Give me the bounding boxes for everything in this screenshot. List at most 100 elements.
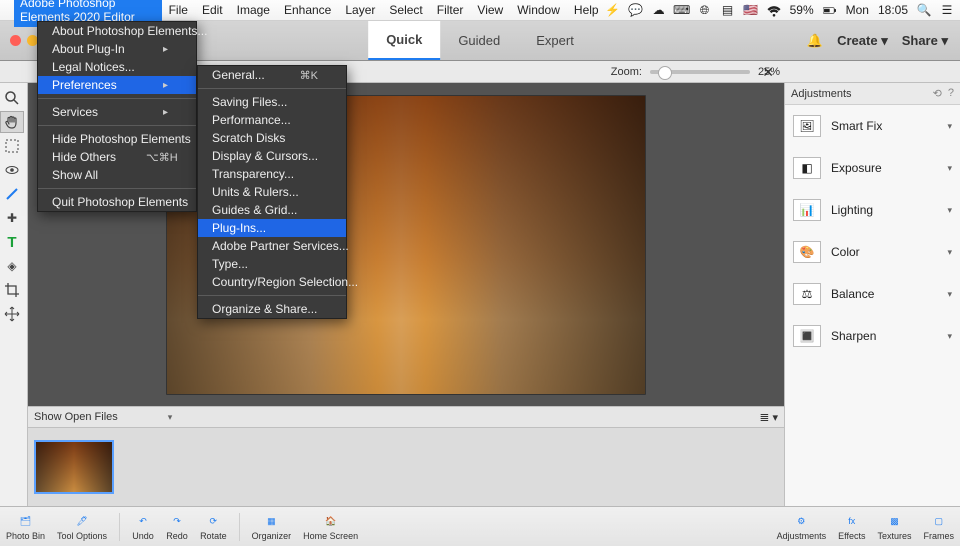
flag-icon[interactable]: 🇺🇸 [744, 3, 758, 17]
eye-tool-icon[interactable] [0, 159, 24, 181]
organizer[interactable]: ▦Organizer [252, 512, 292, 541]
home-screen[interactable]: 🏠Home Screen [303, 512, 358, 541]
brush-tool-icon[interactable] [0, 183, 24, 205]
adjustment-label: Color [831, 245, 860, 259]
app-menu-item[interactable]: Hide Photoshop Elements^⌘H [38, 130, 196, 148]
undo[interactable]: ↶Undo [132, 512, 154, 541]
prefs-menu-item[interactable]: Performance... [198, 111, 346, 129]
hamburger-icon[interactable]: ☰ [940, 3, 954, 17]
selection-tool-icon[interactable] [0, 135, 24, 157]
cloud-icon[interactable]: ☁︎ [652, 3, 666, 17]
adjustment-icon: 🔳 [793, 325, 821, 347]
text-tool-icon[interactable]: T [0, 231, 24, 253]
bottom-bar: 🗂Photo Bin 🖊Tool Options ↶Undo ↷Redo ⟳Rotate… [0, 506, 960, 546]
prefs-menu-item[interactable]: Guides & Grid... [198, 201, 346, 219]
heal-tool-icon[interactable]: ✚ [0, 207, 24, 229]
tab-guided[interactable]: Guided [440, 21, 518, 60]
photo-thumbnail[interactable] [34, 440, 114, 494]
zoom-slider[interactable] [650, 70, 750, 74]
battery-icon[interactable] [823, 3, 837, 17]
menu-time: 18:05 [878, 3, 908, 17]
prefs-menu-item[interactable]: Type... [198, 255, 346, 273]
prefs-menu-item[interactable]: Saving Files... [198, 93, 346, 111]
globe-icon[interactable]: 🌐︎ [698, 3, 712, 17]
open-files-dropdown[interactable]: Show Open Files [34, 411, 172, 423]
menu-day: Mon [846, 3, 869, 17]
photo-bin-strip [28, 428, 784, 506]
app-menu-item[interactable]: About Photoshop Elements... [38, 22, 196, 40]
app-menu-item[interactable]: Legal Notices... [38, 58, 196, 76]
share-button[interactable]: Share ▾ [902, 33, 948, 49]
prefs-menu-item[interactable]: General...⌘K [198, 66, 346, 84]
prefs-menu-item[interactable]: Country/Region Selection... [198, 273, 346, 291]
app-menu-item[interactable]: Services [38, 103, 196, 121]
frames-btn[interactable]: ▢Frames [923, 512, 954, 541]
adjustment-row[interactable]: ⚖Balance [785, 273, 960, 315]
notification-bell-icon[interactable]: 🔔 [807, 33, 823, 49]
adjustment-row[interactable]: 🖼Smart Fix [785, 105, 960, 147]
zoom-tool-icon[interactable] [0, 87, 24, 109]
prefs-menu-item[interactable]: Scratch Disks [198, 129, 346, 147]
spot-tool-icon[interactable]: ◈ [0, 255, 24, 277]
adjustments-panel: Adjustments ⟲ ? 🖼Smart Fix◧Exposure📊Ligh… [784, 83, 960, 506]
menu-window[interactable]: Window [510, 0, 567, 20]
prefs-menu-item[interactable]: Units & Rulers... [198, 183, 346, 201]
effects-btn[interactable]: fxEffects [838, 512, 865, 541]
textures-btn[interactable]: ▩Textures [877, 512, 911, 541]
crop-tool-icon[interactable] [0, 279, 24, 301]
tool-options[interactable]: 🖊Tool Options [57, 512, 107, 541]
create-button[interactable]: Create ▾ [837, 33, 888, 49]
mac-menu-bar: Adobe Photoshop Elements 2020 Editor Fil… [0, 0, 960, 21]
adjustments-btn[interactable]: ⚙Adjustments [777, 512, 827, 541]
menu-filter[interactable]: Filter [430, 0, 471, 20]
reset-icon[interactable]: ⟲ [933, 87, 942, 100]
wifi-icon[interactable] [767, 3, 781, 17]
tab-expert[interactable]: Expert [518, 21, 592, 60]
menu-help[interactable]: Help [567, 0, 606, 20]
storage-icon[interactable]: ▤ [721, 3, 735, 17]
adjustment-row[interactable]: 🎨 Color [785, 231, 960, 273]
photo-bin[interactable]: 🗂Photo Bin [6, 512, 45, 541]
spotlight-icon[interactable]: 🔍 [917, 3, 931, 17]
prefs-menu-item[interactable]: Adobe Partner Services... [198, 237, 346, 255]
menu-view[interactable]: View [470, 0, 510, 20]
close-document-icon[interactable]: ✕ [762, 64, 774, 81]
tab-quick[interactable]: Quick [368, 21, 440, 60]
battery-label: 59% [790, 3, 814, 17]
help-icon[interactable]: ? [948, 87, 954, 100]
menu-layer[interactable]: Layer [338, 0, 382, 20]
view-mode-icon[interactable]: ▾ [759, 410, 778, 424]
menu-file[interactable]: File [162, 0, 195, 20]
workspace-tabs: Quick Guided Expert [368, 21, 592, 60]
app-menu-item[interactable]: About Plug-In [38, 40, 196, 58]
hand-tool-icon[interactable] [0, 111, 24, 133]
app-menu-item[interactable]: Preferences [38, 76, 196, 94]
messenger-icon[interactable]: 💬 [629, 3, 643, 17]
prefs-menu-item[interactable]: Organize & Share... [198, 300, 346, 318]
redo[interactable]: ↷Redo [166, 512, 188, 541]
app-menu-item[interactable]: Quit Photoshop Elements⌘Q [38, 193, 196, 211]
menu-image[interactable]: Image [230, 0, 277, 20]
menu-select[interactable]: Select [382, 0, 429, 20]
bolt-icon[interactable]: ⚡ [606, 3, 620, 17]
app-menu-item[interactable]: Hide Others⌥⌘H [38, 148, 196, 166]
app-menu-item[interactable]: Show All [38, 166, 196, 184]
close-window[interactable] [10, 35, 21, 46]
adjustment-row[interactable]: 🔳Sharpen [785, 315, 960, 357]
prefs-menu-item[interactable]: Display & Cursors... [198, 147, 346, 165]
move-tool-icon[interactable] [0, 303, 24, 325]
keyboard-icon[interactable]: ⌨︎ [675, 3, 689, 17]
prefs-menu-item[interactable]: Transparency... [198, 165, 346, 183]
adjustment-icon: 🖼 [793, 115, 821, 137]
adjustment-icon: 📊 [793, 199, 821, 221]
rotate[interactable]: ⟳Rotate [200, 512, 227, 541]
adjustment-row[interactable]: 📊 Lighting [785, 189, 960, 231]
adjustment-icon: 🎨 [793, 241, 821, 263]
menu-bar-right: ⚡ 💬 ☁︎ ⌨︎ 🌐︎ ▤ 🇺🇸 59% Mon 18:05 🔍 ☰ [606, 3, 954, 17]
menu-enhance[interactable]: Enhance [277, 0, 338, 20]
adjustment-row[interactable]: ◧Exposure [785, 147, 960, 189]
prefs-menu-item[interactable]: Plug-Ins... [198, 219, 346, 237]
menu-edit[interactable]: Edit [195, 0, 230, 20]
zoom-label: Zoom: [611, 66, 642, 78]
adjustment-label: Lighting [831, 203, 873, 217]
